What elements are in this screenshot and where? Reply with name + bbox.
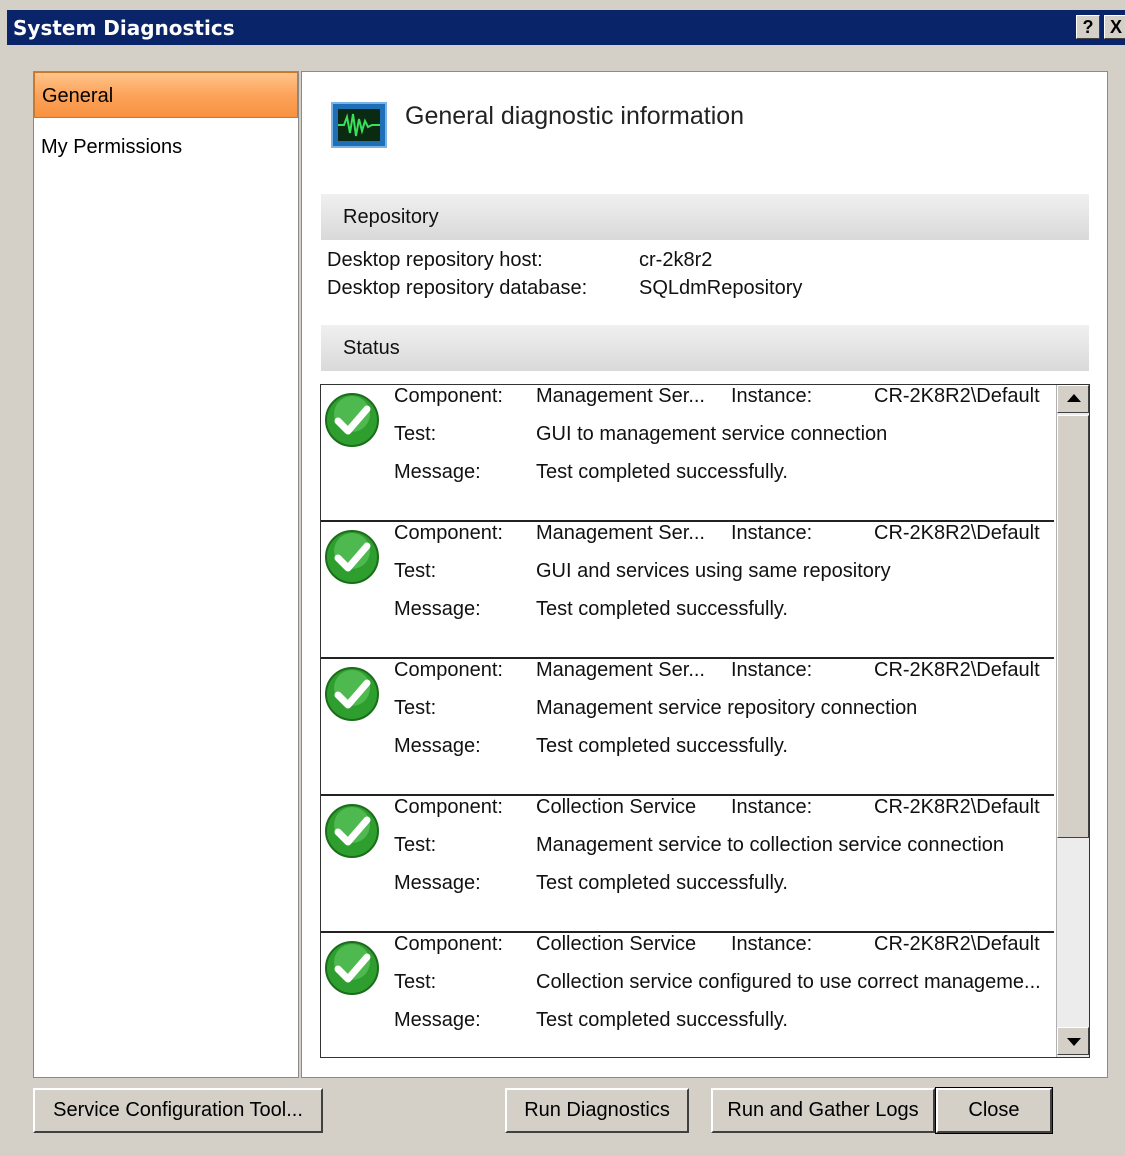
message-value: Test completed successfully.: [536, 598, 788, 620]
run-diagnostics-button[interactable]: Run Diagnostics: [505, 1088, 689, 1133]
instance-label: Instance:: [731, 522, 813, 544]
component-value: Collection Service: [536, 933, 697, 955]
status-entry: Component: Management Ser... Instance: C…: [321, 520, 1054, 659]
success-check-icon: [325, 530, 379, 584]
sidebar-item-general[interactable]: General: [34, 72, 298, 118]
test-label: Test:: [394, 560, 437, 582]
status-entry: Component: Collection Service Instance: …: [321, 931, 1054, 1057]
page-title: General diagnostic information: [405, 102, 745, 130]
close-button[interactable]: Close: [935, 1087, 1053, 1134]
test-label: Test:: [394, 697, 437, 719]
scroll-down-button[interactable]: [1057, 1027, 1089, 1055]
instance-value: CR-2K8R2\Default: [874, 522, 1040, 544]
status-list[interactable]: Component: Management Ser... Instance: C…: [320, 384, 1090, 1058]
repository-section-header: Repository: [321, 194, 1089, 240]
success-check-icon: [325, 941, 379, 995]
message-value: Test completed successfully.: [536, 461, 788, 483]
test-label: Test:: [394, 834, 437, 856]
repository-host-label: Desktop repository host:: [327, 249, 543, 271]
sidebar-item-my-permissions[interactable]: My Permissions: [34, 124, 298, 170]
instance-label: Instance:: [731, 659, 813, 681]
status-list-scrollbar[interactable]: [1056, 385, 1089, 1057]
window-title: System Diagnostics: [13, 16, 235, 40]
system-diagnostics-dialog: System Diagnostics ? X General My Permis…: [0, 0, 1125, 1156]
test-value: Management service repository connection: [536, 697, 918, 719]
monitor-waveform-icon: [331, 102, 387, 148]
arrow-up-icon: [1067, 394, 1081, 402]
status-entry: Component: Management Ser... Instance: C…: [321, 385, 1054, 522]
instance-label: Instance:: [731, 933, 813, 955]
component-label: Component:: [394, 385, 503, 407]
status-section-header: Status: [321, 325, 1089, 371]
component-label: Component:: [394, 522, 503, 544]
title-bar: System Diagnostics ? X: [7, 10, 1125, 45]
component-label: Component:: [394, 659, 503, 681]
arrow-down-icon: [1067, 1038, 1081, 1046]
run-and-gather-logs-button[interactable]: Run and Gather Logs: [711, 1088, 935, 1133]
test-label: Test:: [394, 423, 437, 445]
message-value: Test completed successfully.: [536, 735, 788, 757]
component-value: Management Ser...: [536, 522, 705, 544]
success-check-icon: [325, 667, 379, 721]
message-label: Message:: [394, 598, 481, 620]
message-value: Test completed successfully.: [536, 1009, 788, 1031]
message-label: Message:: [394, 461, 481, 483]
message-label: Message:: [394, 872, 481, 894]
repository-database-value: SQLdmRepository: [639, 277, 803, 299]
help-button[interactable]: ?: [1076, 15, 1100, 39]
instance-label: Instance:: [731, 796, 813, 818]
instance-value: CR-2K8R2\Default: [874, 796, 1040, 818]
test-value: Collection service configured to use cor…: [536, 971, 1041, 993]
status-entry: Component: Management Ser... Instance: C…: [321, 657, 1054, 796]
repository-host-value: cr-2k8r2: [639, 249, 713, 271]
instance-value: CR-2K8R2\Default: [874, 933, 1040, 955]
scrollbar-thumb[interactable]: [1057, 415, 1089, 838]
repository-database-label: Desktop repository database:: [327, 277, 588, 299]
component-value: Collection Service: [536, 796, 697, 818]
success-check-icon: [325, 804, 379, 858]
instance-label: Instance:: [731, 385, 813, 407]
component-label: Component:: [394, 933, 503, 955]
component-value: Management Ser...: [536, 385, 705, 407]
message-value: Test completed successfully.: [536, 872, 788, 894]
test-value: GUI to management service connection: [536, 423, 888, 445]
instance-value: CR-2K8R2\Default: [874, 385, 1040, 407]
test-value: GUI and services using same repository: [536, 560, 891, 582]
instance-value: CR-2K8R2\Default: [874, 659, 1040, 681]
test-value: Management service to collection service…: [536, 834, 1005, 856]
component-value: Management Ser...: [536, 659, 705, 681]
message-label: Message:: [394, 735, 481, 757]
close-window-button[interactable]: X: [1104, 15, 1125, 39]
content-panel: General diagnostic information Repositor…: [301, 71, 1108, 1078]
service-configuration-tool-button[interactable]: Service Configuration Tool...: [33, 1088, 323, 1133]
success-check-icon: [325, 393, 379, 447]
status-entry: Component: Collection Service Instance: …: [321, 794, 1054, 933]
scroll-up-button[interactable]: [1057, 385, 1089, 413]
component-label: Component:: [394, 796, 503, 818]
navigation-sidebar: General My Permissions: [33, 71, 299, 1078]
message-label: Message:: [394, 1009, 481, 1031]
test-label: Test:: [394, 971, 437, 993]
